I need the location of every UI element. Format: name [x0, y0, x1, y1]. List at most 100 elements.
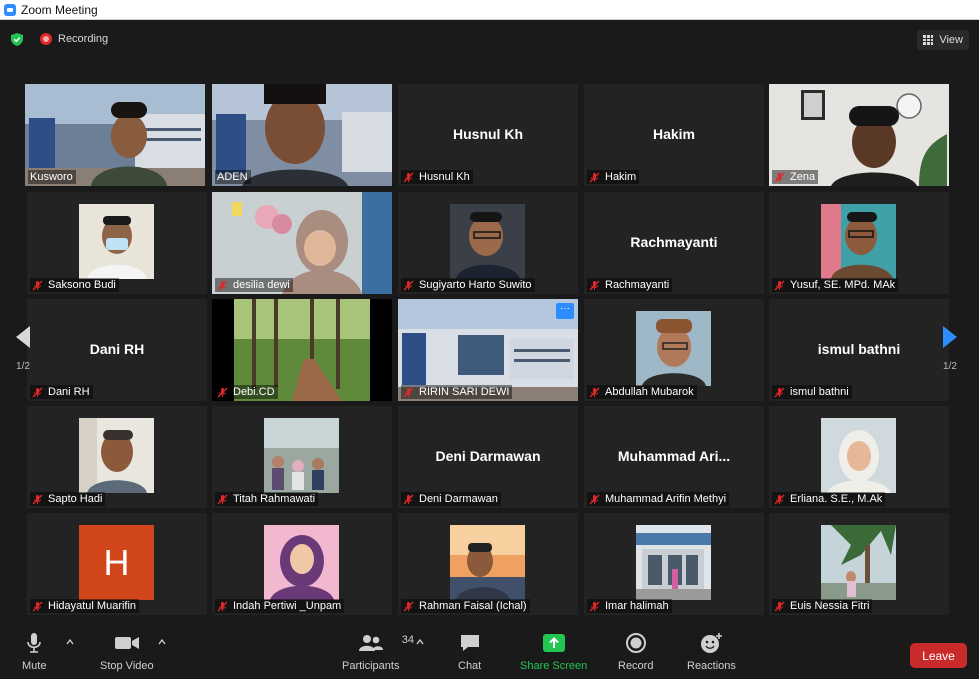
- muted-mic-icon: [774, 280, 785, 290]
- participant-name-tag: Sapto Hadi: [30, 492, 106, 506]
- share-screen-button[interactable]: Share Screen: [520, 632, 587, 672]
- record-button[interactable]: Record: [618, 632, 653, 672]
- muted-mic-icon: [774, 172, 785, 182]
- video-tile[interactable]: Imar halimah: [584, 513, 764, 615]
- mute-button[interactable]: Mute: [22, 632, 46, 672]
- participants-count: 34: [401, 634, 414, 646]
- microphone-icon: [27, 633, 42, 653]
- reactions-button[interactable]: Reactions: [687, 632, 736, 672]
- video-tile[interactable]: Dani RH Dani RH: [27, 299, 207, 401]
- shield-icon[interactable]: [11, 33, 23, 46]
- leave-button[interactable]: Leave: [910, 643, 967, 668]
- participant-name: Yusuf, SE. MPd. MAk: [790, 279, 896, 291]
- participant-display-name: Husnul Kh: [453, 126, 523, 142]
- participant-name-tag: Erliana. S.E., M.Ak: [772, 492, 886, 506]
- video-tile[interactable]: Muhammad Ari... Muhammad Arifin Methyi: [584, 406, 764, 508]
- video-tile[interactable]: Rachmayanti Rachmayanti: [584, 192, 764, 294]
- participant-photo: [636, 311, 711, 386]
- participant-name-tag: Sugiyarto Harto Suwito: [401, 278, 535, 292]
- muted-mic-icon: [32, 280, 43, 290]
- video-tile[interactable]: Zena: [769, 84, 949, 186]
- video-tile[interactable]: Yusuf, SE. MPd. MAk: [769, 192, 949, 294]
- reactions-label: Reactions: [687, 660, 736, 672]
- video-tile[interactable]: Debi.CD: [212, 299, 392, 401]
- next-page-button[interactable]: 1/2: [935, 306, 965, 390]
- muted-mic-icon: [403, 601, 414, 611]
- video-tile[interactable]: Euis Nessia Fitri: [769, 513, 949, 615]
- participant-name: Saksono Budi: [48, 279, 116, 291]
- recording-label: Recording: [58, 33, 109, 45]
- video-tile[interactable]: Kusworo: [25, 84, 205, 186]
- video-tile[interactable]: Deni Darmawan Deni Darmawan: [398, 406, 578, 508]
- avatar: H: [79, 525, 154, 600]
- video-tile[interactable]: Rahman Faisal (Ichal): [398, 513, 578, 615]
- video-tile[interactable]: Sapto Hadi: [27, 406, 207, 508]
- participant-name-tag: desilia dewi: [215, 278, 293, 292]
- video-camera-icon: [114, 637, 139, 649]
- recording-indicator[interactable]: Recording: [40, 33, 108, 45]
- participant-name: Husnul Kh: [419, 171, 470, 183]
- video-tile[interactable]: ··· RIRIN SARI DEWI: [398, 299, 578, 401]
- participant-name-tag: Kusworo: [28, 170, 76, 184]
- participant-display-name: Dani RH: [89, 341, 145, 357]
- video-tile[interactable]: Husnul Kh Husnul Kh: [398, 84, 578, 186]
- participant-name: Indah Pertiwi _Unpam: [233, 600, 342, 612]
- meeting-window: Recording View Kusworo ADEN Husnul Kh Hu…: [0, 20, 979, 679]
- video-tile[interactable]: Titah Rahmawati: [212, 406, 392, 508]
- muted-mic-icon: [774, 494, 785, 504]
- chevron-up-icon[interactable]: [416, 638, 424, 646]
- participant-name-tag: Zena: [772, 170, 819, 184]
- muted-mic-icon: [589, 280, 600, 290]
- video-tile[interactable]: desilia dewi: [212, 192, 392, 294]
- video-tile[interactable]: Indah Pertiwi _Unpam: [212, 513, 392, 615]
- participant-name-tag: RIRIN SARI DEWI: [401, 385, 513, 399]
- video-tile[interactable]: H Hidayatul Muarifin: [27, 513, 207, 615]
- participant-photo: [79, 204, 154, 279]
- stop-video-button[interactable]: Stop Video: [100, 632, 154, 672]
- muted-mic-icon: [32, 494, 43, 504]
- video-tile[interactable]: ADEN: [212, 84, 392, 186]
- muted-mic-icon: [217, 494, 228, 504]
- participants-button[interactable]: 34 Participants: [342, 632, 414, 672]
- record-icon: [625, 633, 646, 653]
- video-tile[interactable]: Abdullah Mubarok: [584, 299, 764, 401]
- participant-name-tag: Saksono Budi: [30, 278, 119, 292]
- video-tile[interactable]: Saksono Budi: [27, 192, 207, 294]
- participant-name: Zena: [790, 171, 816, 183]
- muted-mic-icon: [217, 387, 228, 397]
- participant-name-tag: Euis Nessia Fitri: [772, 599, 873, 613]
- meeting-topbar: Recording View: [0, 20, 979, 58]
- participant-name: ismul bathni: [790, 386, 849, 398]
- smiley-plus-icon: [701, 633, 723, 653]
- view-button[interactable]: View: [917, 30, 969, 50]
- participant-name-tag: Deni Darmawan: [401, 492, 501, 506]
- mute-label: Mute: [22, 660, 47, 672]
- participant-photo: [264, 418, 339, 493]
- chat-button[interactable]: Chat: [458, 632, 481, 672]
- participant-name-tag: Yusuf, SE. MPd. MAk: [772, 278, 899, 292]
- participant-photo: [450, 525, 525, 600]
- participant-name: Deni Darmawan: [419, 493, 498, 505]
- chat-label: Chat: [458, 660, 482, 672]
- video-tile[interactable]: Sugiyarto Harto Suwito: [398, 192, 578, 294]
- participant-name: Abdullah Mubarok: [605, 386, 694, 398]
- participants-icon: [358, 635, 383, 651]
- participant-name-tag: Muhammad Arifin Methyi: [587, 492, 730, 506]
- chevron-up-icon[interactable]: [66, 638, 74, 646]
- page-indicator: 1/2: [943, 360, 957, 372]
- video-tile[interactable]: Hakim Hakim: [584, 84, 764, 186]
- window-titlebar: Zoom Meeting: [0, 0, 979, 20]
- more-options-button[interactable]: ···: [556, 303, 574, 319]
- video-tile[interactable]: ismul bathni ismul bathni: [769, 299, 949, 401]
- participant-name-tag: ADEN: [215, 170, 251, 184]
- chevron-left-icon: [16, 325, 30, 348]
- chevron-up-icon[interactable]: [158, 638, 166, 646]
- muted-mic-icon: [403, 280, 414, 290]
- share-screen-label: Share Screen: [520, 660, 588, 672]
- muted-mic-icon: [217, 280, 228, 290]
- previous-page-button[interactable]: 1/2: [8, 306, 38, 390]
- participant-photo: [264, 525, 339, 600]
- video-tile[interactable]: Erliana. S.E., M.Ak: [769, 406, 949, 508]
- record-icon: [40, 33, 52, 45]
- view-label: View: [939, 34, 963, 46]
